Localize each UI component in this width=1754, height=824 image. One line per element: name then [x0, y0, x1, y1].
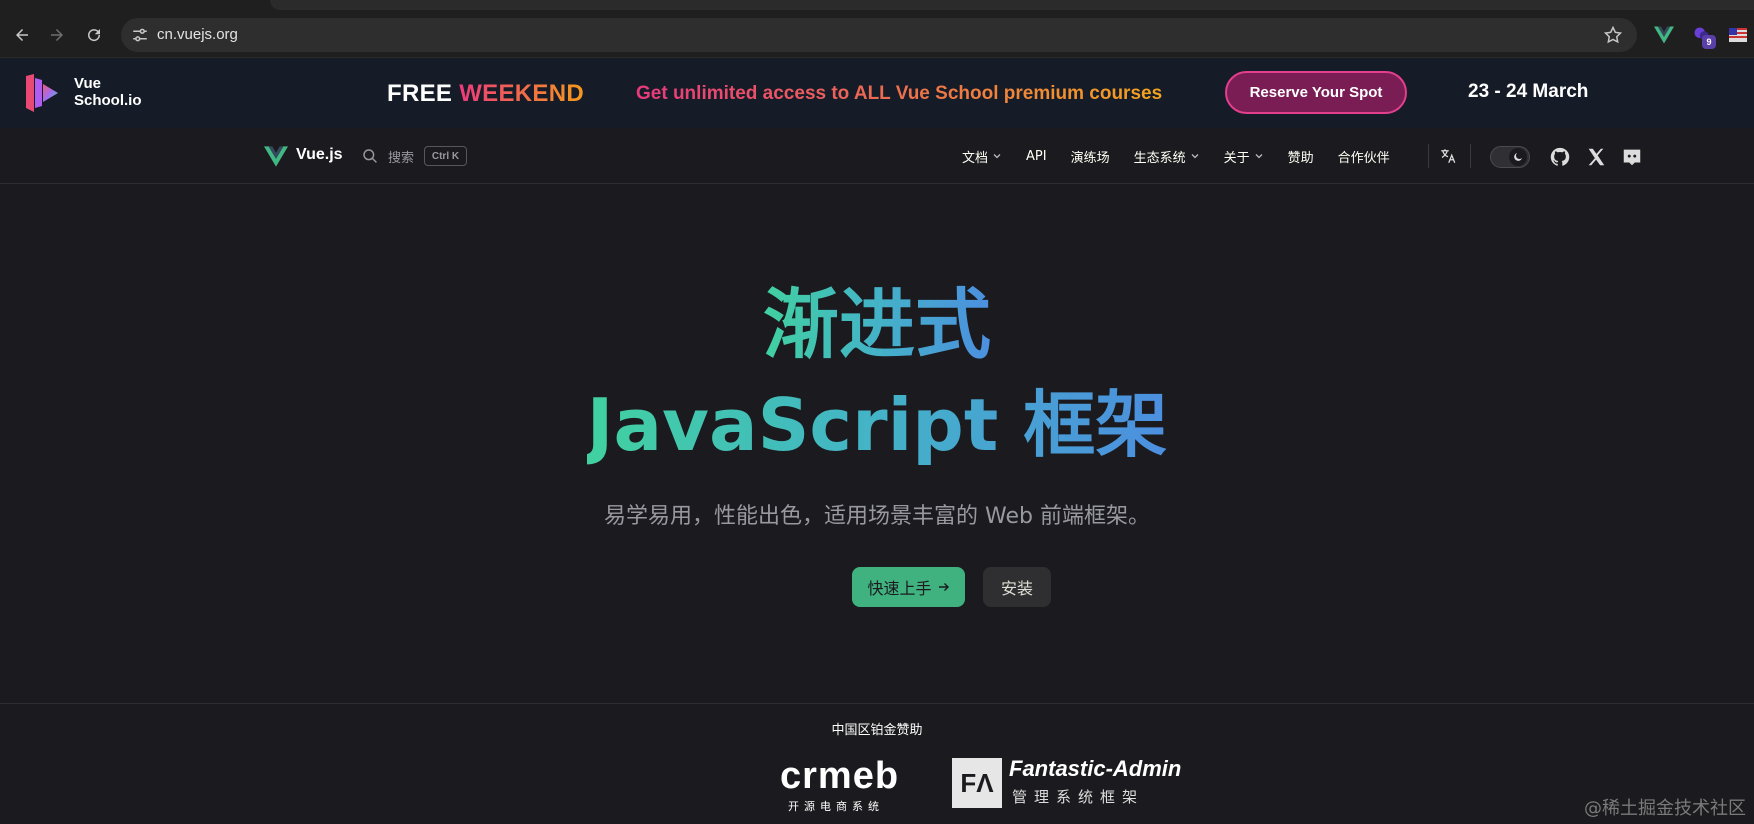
nav-item-about[interactable]: 关于 [1224, 147, 1264, 166]
hero-tagline: 易学易用，性能出色，适用场景丰富的 Web 前端框架。 [604, 504, 1150, 529]
reload-button[interactable] [80, 21, 108, 49]
free-weekend-heading: FREE WEEKEND [387, 80, 584, 108]
extension-with-badge[interactable]: 9 [1690, 23, 1716, 49]
fantastic-admin-sponsor-logo[interactable]: FΛ Fantastic-Admin 管理系统框架 [952, 756, 1181, 810]
bookmark-star-icon[interactable] [1603, 25, 1623, 45]
flag-icon [1729, 28, 1747, 42]
discord-icon[interactable] [1621, 146, 1643, 168]
search-shortcut-kbd: Ctrl K [424, 146, 467, 166]
nav-item-label: 关于 [1223, 150, 1250, 166]
site-settings-icon[interactable] [131, 26, 149, 44]
url-text[interactable]: cn.vuejs.org [157, 26, 238, 43]
extension-badge: 9 [1702, 35, 1716, 49]
install-button[interactable]: 安装 [983, 567, 1051, 607]
free-text: FREE [387, 80, 453, 107]
reload-icon [88, 29, 101, 42]
search-button-label[interactable]: 搜索 [388, 147, 414, 166]
chevron-down-icon [1191, 154, 1199, 159]
nav-item-api[interactable]: API [1026, 149, 1047, 164]
nav-divider [1470, 144, 1471, 168]
arrow-right-icon [938, 583, 949, 591]
reserve-spot-button[interactable]: Reserve Your Spot [1225, 71, 1407, 114]
chevron-down-icon [1255, 154, 1263, 159]
arrow-left-icon [16, 29, 28, 41]
site-title[interactable]: Vue.js [296, 146, 343, 164]
event-dates: 23 - 24 March [1468, 81, 1589, 102]
theme-toggle[interactable] [1490, 146, 1530, 168]
crmeb-sponsor-logo[interactable]: crmeb 开源电商系统 [780, 754, 900, 814]
hero-title-line-2: JavaScript 框架 [0, 380, 1754, 470]
hero-title-line-1-text: 渐进式 [763, 280, 991, 369]
fantastic-admin-name: Fantastic-Admin [1009, 756, 1182, 781]
nav-item-partners[interactable]: 合作伙伴 [1338, 147, 1390, 166]
brand-line-1: Vue [74, 75, 101, 92]
weekend-text: WEEKEND [459, 80, 584, 107]
vue-devtools-extension[interactable] [1652, 23, 1676, 47]
nav-item-playground[interactable]: 演练场 [1071, 147, 1110, 166]
vue-icon [1654, 26, 1674, 44]
nav-item-docs[interactable]: 文档 [962, 147, 1002, 166]
github-icon[interactable] [1549, 146, 1571, 168]
address-bar[interactable]: cn.vuejs.org [121, 18, 1637, 52]
nav-item-label: 生态系统 [1133, 150, 1186, 166]
arrow-right-icon [51, 29, 63, 41]
x-twitter-icon[interactable] [1585, 146, 1607, 168]
crmeb-wordmark: crmeb [780, 755, 900, 797]
browser-tab-strip [270, 0, 1754, 10]
promo-text: Get unlimited access to ALL Vue School p… [636, 83, 1163, 104]
search-icon[interactable] [362, 148, 378, 164]
nav-item-label: 文档 [962, 150, 989, 166]
hero-title-line-2-text: JavaScript 框架 [586, 383, 1168, 467]
hero-title-line-1: 渐进式 [0, 280, 1754, 370]
fantastic-admin-logo-icon: FΛ [952, 758, 1002, 808]
back-button[interactable] [8, 21, 36, 49]
get-started-button[interactable]: 快速上手 [852, 567, 965, 607]
chevron-down-icon [993, 154, 1001, 159]
theme-toggle-knob [1509, 148, 1527, 166]
promo-banner[interactable]: Vue School.io FREE WEEKEND Get unlimited… [0, 58, 1754, 128]
vue-school-brand: Vue School.io [74, 75, 142, 109]
translate-icon[interactable] [1439, 147, 1457, 165]
sponsor-divider [0, 703, 1754, 704]
sponsor-section-title: 中国区铂金赞助 [831, 723, 923, 738]
vue-logo-icon[interactable] [264, 146, 288, 167]
nav-item-sponsor[interactable]: 赞助 [1288, 147, 1314, 166]
nav-divider [1428, 144, 1429, 168]
site-navbar: Vue.js 搜索 Ctrl K 文档 API 演练场 生态系统 关于 赞助 合… [0, 128, 1754, 184]
get-started-label: 快速上手 [867, 579, 932, 598]
moon-icon [1514, 153, 1522, 161]
forward-button[interactable] [43, 21, 71, 49]
extension-flag[interactable] [1726, 23, 1750, 47]
watermark: @稀土掘金技术社区 [1584, 798, 1746, 819]
brand-line-2: School.io [74, 92, 142, 109]
browser-toolbar: cn.vuejs.org 9 [0, 12, 1754, 58]
nav-links: 文档 API 演练场 生态系统 关于 赞助 合作伙伴 [962, 128, 1414, 184]
crmeb-subtitle: 开源电商系统 [788, 800, 884, 813]
vue-school-logo-icon [26, 74, 58, 112]
fantastic-admin-subtitle: 管理系统框架 [1012, 788, 1145, 806]
nav-item-ecosystem[interactable]: 生态系统 [1134, 147, 1200, 166]
